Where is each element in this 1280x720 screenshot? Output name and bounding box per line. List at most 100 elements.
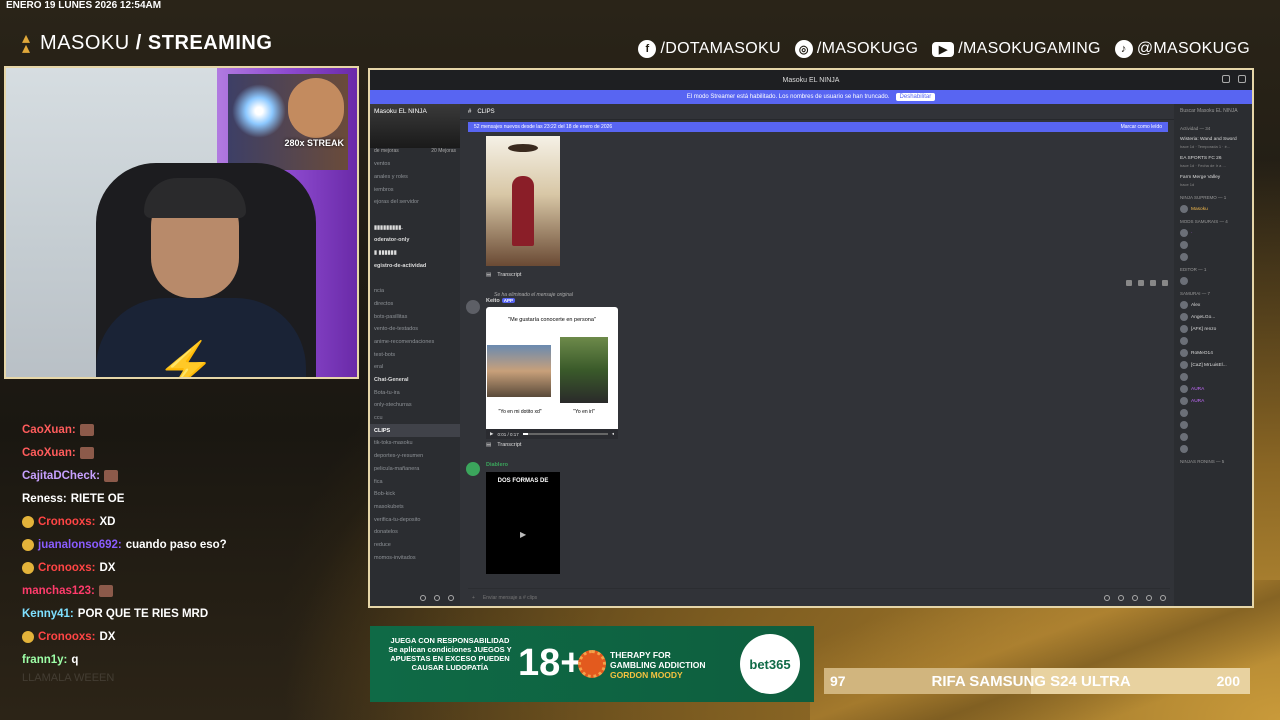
channel-item[interactable]: masokubets: [370, 501, 460, 514]
transcript-row-2[interactable]: ▤ Transcript: [486, 442, 521, 448]
mark-as-read-button[interactable]: Marcar como leído: [1121, 124, 1162, 130]
member-item[interactable]: AURA: [1174, 395, 1252, 407]
channel-item[interactable]: vento-de-testados: [370, 323, 460, 336]
chat-username[interactable]: CajitaDCheck:: [22, 470, 100, 482]
server-search[interactable]: Buscar Masoku EL NINJA: [1176, 104, 1250, 118]
channel-item[interactable]: ncia: [370, 285, 460, 298]
avatar[interactable]: [466, 462, 480, 476]
channel-item[interactable]: Bob-kick: [370, 488, 460, 501]
channel-item[interactable]: tik-toks-masoku: [370, 437, 460, 450]
avatar[interactable]: [466, 300, 480, 314]
forward-icon[interactable]: [1150, 280, 1156, 286]
settings-icon[interactable]: [448, 595, 454, 601]
member-item[interactable]: [1174, 239, 1252, 251]
server-banner[interactable]: Masoku EL NINJA: [370, 104, 460, 148]
chat-username[interactable]: Kenny41:: [22, 608, 74, 620]
activity-item[interactable]: Farm Merge Valley hace 1d: [1174, 172, 1252, 191]
transcript-row-1[interactable]: ▤ Transcript: [486, 272, 521, 278]
member-item[interactable]: Masoku: [1174, 203, 1252, 215]
channel-item[interactable]: eral: [370, 361, 460, 374]
channel-item[interactable]: ▮ ▮▮▮▮▮▮: [370, 247, 460, 260]
member-item[interactable]: ·: [1174, 227, 1252, 239]
channel-item[interactable]: anales y roles: [370, 171, 460, 184]
channel-item[interactable]: ccu: [370, 412, 460, 425]
meme-video-card[interactable]: "Me gustaría conocerte en persona" "Yo e…: [486, 307, 618, 439]
channel-item[interactable]: only-stechurras: [370, 399, 460, 412]
reply-icon[interactable]: [1138, 280, 1144, 286]
chat-username[interactable]: manchas123:: [22, 585, 95, 597]
member-item[interactable]: AURA: [1174, 383, 1252, 395]
message-author-3[interactable]: Diablero: [486, 462, 508, 468]
channel-item[interactable]: ventos: [370, 158, 460, 171]
channel-item[interactable]: bots-pasillitas: [370, 310, 460, 323]
member-item[interactable]: [1174, 419, 1252, 431]
gift-icon[interactable]: [1104, 594, 1110, 601]
chat-username[interactable]: CaoXuan:: [22, 424, 76, 436]
chat-username[interactable]: juanalonso692:: [38, 539, 122, 551]
channel-item[interactable]: Chat-General: [370, 374, 460, 387]
channel-item[interactable]: fica: [370, 475, 460, 488]
chat-username[interactable]: frann1y:: [22, 654, 67, 666]
channel-item[interactable]: [370, 209, 460, 222]
activity-item[interactable]: EA SPORTS FC 26 hace 1d · Fecha de Ir a .…: [1174, 153, 1252, 172]
play-icon[interactable]: ▶: [490, 431, 493, 437]
member-item[interactable]: AngeLGo...: [1174, 311, 1252, 323]
microphone-icon[interactable]: [420, 595, 426, 601]
channel-item[interactable]: Bota-tu-ira: [370, 386, 460, 399]
apps-icon[interactable]: [1160, 594, 1166, 601]
member-item[interactable]: [1174, 407, 1252, 419]
video-attachment-3[interactable]: DOS FORMAS DE ▶: [486, 472, 560, 574]
video-seek-bar[interactable]: [522, 433, 608, 435]
inbox-icon[interactable]: [1222, 75, 1230, 83]
emoji-icon[interactable]: [1146, 594, 1152, 601]
channel-item[interactable]: test-bots: [370, 348, 460, 361]
composer-placeholder[interactable]: Enviar mensaje a # clips: [483, 595, 537, 601]
member-item[interactable]: [AFK] renzo: [1174, 323, 1252, 335]
channel-item[interactable]: verifica-tu-deposito: [370, 513, 460, 526]
channel-item[interactable]: donatelos: [370, 526, 460, 539]
channel-item[interactable]: oderator-only: [370, 234, 460, 247]
channel-item[interactable]: pelicula-mañanera: [370, 463, 460, 476]
channel-item[interactable]: egistro-de-actividad: [370, 260, 460, 273]
member-item[interactable]: [1174, 371, 1252, 383]
channel-item[interactable]: iembros: [370, 183, 460, 196]
channel-item[interactable]: reduce: [370, 539, 460, 552]
disable-streamer-mode-button[interactable]: Deshabilitar: [895, 93, 936, 101]
play-icon[interactable]: ▶: [520, 530, 526, 539]
channel-item[interactable]: directos: [370, 298, 460, 311]
member-item[interactable]: [1174, 275, 1252, 287]
message-author[interactable]: Keito APP: [486, 298, 516, 304]
help-icon[interactable]: [1238, 75, 1246, 83]
headphones-icon[interactable]: [434, 595, 440, 601]
channel-item[interactable]: momos-invitados: [370, 551, 460, 564]
chat-username[interactable]: Cronooxs:: [38, 631, 96, 643]
chat-username[interactable]: CaoXuan:: [22, 447, 76, 459]
activity-item[interactable]: Wisteria: Wand and Sword hace 1d · Tempor…: [1174, 134, 1252, 153]
add-attachment-icon[interactable]: +: [472, 595, 475, 601]
gif-icon[interactable]: [1118, 594, 1124, 601]
member-item[interactable]: Alex: [1174, 299, 1252, 311]
channel-item[interactable]: [370, 272, 460, 285]
video-player-controls[interactable]: ▶ 0:01 / 0:17 ◂: [486, 429, 618, 439]
chat-username[interactable]: Reness:: [22, 493, 67, 505]
member-item[interactable]: RoMeO14: [1174, 347, 1252, 359]
server-boost-bar[interactable]: de mejoras 20 Mejoras: [370, 148, 460, 158]
channel-item[interactable]: CLIPS: [370, 424, 460, 438]
member-item[interactable]: [CaZ] MrLuisEl...: [1174, 359, 1252, 371]
member-item[interactable]: [1174, 443, 1252, 455]
member-item[interactable]: [1174, 251, 1252, 263]
volume-icon[interactable]: ◂: [612, 431, 614, 437]
channel-item[interactable]: anime-recomendaciones: [370, 336, 460, 349]
member-item[interactable]: [1174, 431, 1252, 443]
sticker-icon[interactable]: [1132, 594, 1138, 601]
new-messages-bar[interactable]: 52 mensajes nuevos desde las 23:22 del 1…: [468, 122, 1168, 132]
member-item[interactable]: [1174, 335, 1252, 347]
channel-item[interactable]: ejoras del servidor: [370, 196, 460, 209]
video-attachment-1[interactable]: [486, 136, 560, 266]
message-composer[interactable]: + Enviar mensaje a # clips: [468, 588, 1170, 606]
channel-item[interactable]: ▮▮▮▮▮▮▮▮▮.: [370, 221, 460, 234]
chat-username[interactable]: Cronooxs:: [38, 516, 96, 528]
chat-username[interactable]: Cronooxs:: [38, 562, 96, 574]
more-icon[interactable]: [1162, 280, 1168, 286]
reaction-icon[interactable]: [1126, 280, 1132, 286]
